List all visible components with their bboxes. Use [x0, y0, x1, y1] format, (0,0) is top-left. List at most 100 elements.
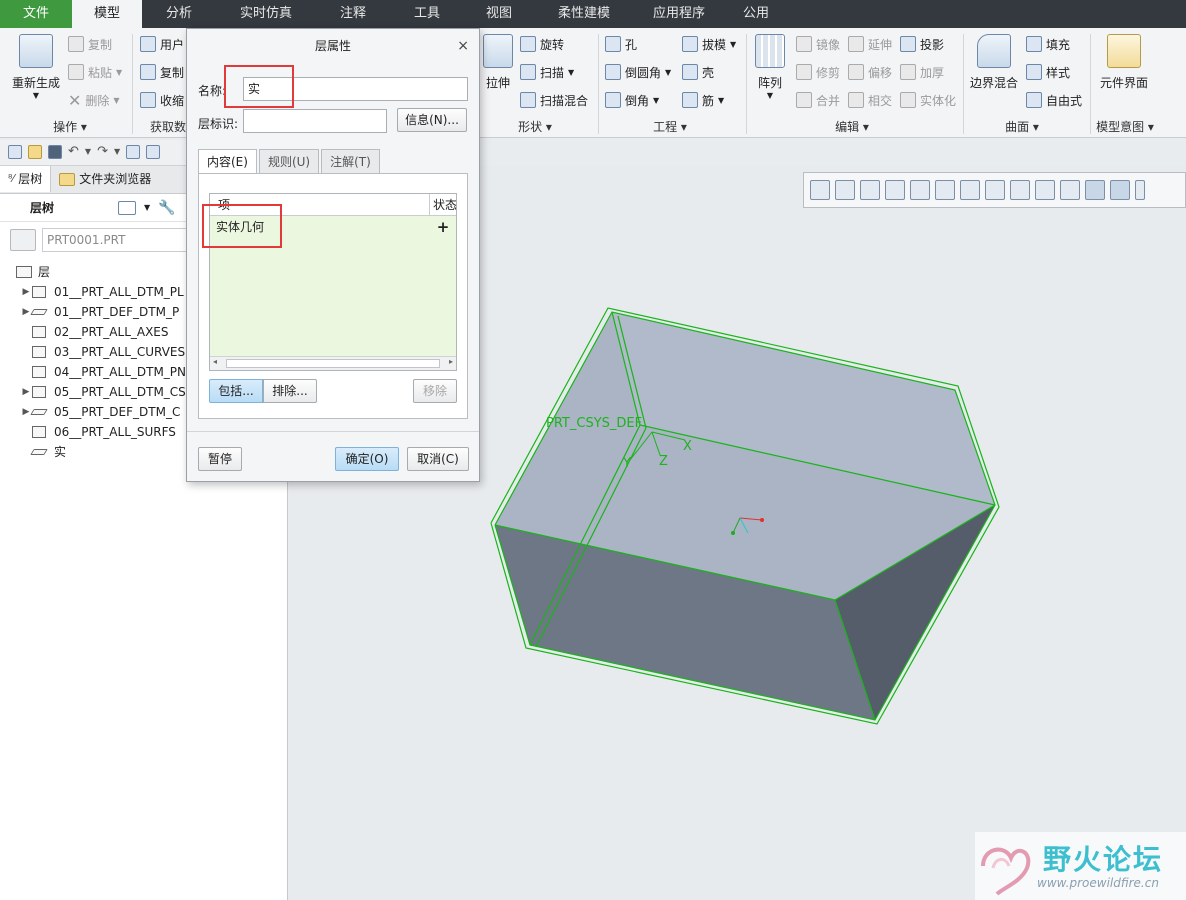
freestyle-button[interactable]: 自由式 — [1026, 90, 1082, 110]
annotation-display-icon[interactable] — [1035, 180, 1055, 200]
round-button[interactable]: 倒圆角 ▼ — [605, 62, 671, 82]
undo-icon[interactable]: ↶ — [68, 144, 79, 159]
tools-icon[interactable]: 🔧 — [158, 200, 175, 216]
offset-button[interactable]: 偏移 — [848, 62, 892, 82]
col-status-header[interactable]: 状态 — [430, 194, 456, 215]
shrinkwrap-button[interactable]: 收缩 — [140, 90, 184, 110]
table-horizontal-scrollbar[interactable]: ◂ ▸ — [210, 356, 456, 370]
zoom-in-icon[interactable] — [835, 180, 855, 200]
info-button[interactable]: 信息(N)... — [397, 108, 467, 132]
chevron-down-icon[interactable]: ▼ — [144, 203, 150, 212]
window-icon[interactable] — [146, 144, 161, 159]
paste-button[interactable]: 粘贴 ▼ — [68, 62, 122, 82]
project-button[interactable]: 投影 — [900, 34, 956, 54]
tab-content[interactable]: 内容(E) — [198, 149, 257, 173]
cancel-button[interactable]: 取消(C) — [407, 447, 469, 471]
mirror-button[interactable]: 镜像 — [796, 34, 840, 54]
redo-icon[interactable]: ↷ — [97, 144, 108, 159]
group-label-engineering[interactable]: 工程 ▾ — [640, 118, 700, 136]
group-label-model-intent[interactable]: 模型意图 ▾ — [1092, 118, 1158, 136]
display-style-icon[interactable] — [910, 180, 930, 200]
point-display-icon[interactable] — [1135, 180, 1145, 200]
menu-tab-model[interactable]: 模型 — [72, 0, 142, 28]
pause-button[interactable]: 暂停 — [198, 447, 242, 471]
exclude-button[interactable]: 排除... — [263, 379, 317, 403]
scroll-left-icon[interactable]: ◂ — [213, 357, 217, 366]
style-button[interactable]: 样式 — [1026, 62, 1082, 82]
menu-tab-analysis[interactable]: 分析 — [142, 0, 216, 28]
rib-button[interactable]: 筋 ▼ — [682, 90, 736, 110]
menu-tab-common[interactable]: 公用 — [724, 0, 788, 28]
layer-id-input[interactable] — [243, 109, 387, 133]
thicken-button[interactable]: 加厚 — [900, 62, 956, 82]
boundary-blend-button[interactable]: 边界混合 — [968, 34, 1020, 91]
chamfer-button[interactable]: 倒角 ▼ — [605, 90, 671, 110]
delete-button[interactable]: ✕ 删除 ▼ — [68, 90, 122, 110]
expand-arrow-icon[interactable]: ▶ — [20, 402, 32, 422]
draft-button[interactable]: 拔模 ▼ — [682, 34, 736, 54]
saved-orientations-icon[interactable] — [935, 180, 955, 200]
tab-rules[interactable]: 规则(U) — [258, 149, 320, 173]
tab-notes[interactable]: 注解(T) — [321, 149, 380, 173]
regenerate-button[interactable]: 重新生成 ▼ — [10, 34, 62, 100]
group-label-shape[interactable]: 形状 ▾ — [505, 118, 565, 136]
sweep-blend-button[interactable]: 扫描混合 — [520, 90, 588, 110]
section-icon[interactable] — [1010, 180, 1030, 200]
view-manager-icon[interactable] — [960, 180, 980, 200]
menu-tab-annotate[interactable]: 注释 — [316, 0, 390, 28]
pattern-button[interactable]: 阵列 ▼ — [754, 34, 786, 100]
tab-folder-browser[interactable]: 文件夹浏览器 — [51, 166, 159, 192]
chevron-down-icon[interactable]: ▼ — [114, 147, 120, 156]
perspective-icon[interactable] — [985, 180, 1005, 200]
fill-button[interactable]: 填充 — [1026, 34, 1082, 54]
copy-button[interactable]: 复制 — [68, 34, 122, 54]
repaint-icon[interactable] — [885, 180, 905, 200]
regenerate-small-icon[interactable] — [126, 144, 141, 159]
revolve-button[interactable]: 旋转 — [520, 34, 588, 54]
axis-display-icon[interactable] — [1110, 180, 1130, 200]
include-button[interactable]: 包括... — [209, 379, 263, 403]
hole-button[interactable]: 孔 — [605, 34, 671, 54]
ok-button[interactable]: 确定(O) — [335, 447, 399, 471]
refit-icon[interactable] — [810, 180, 830, 200]
tab-layer-tree[interactable]: ⁸⁄ 层树 — [0, 166, 52, 192]
menu-tab-applications[interactable]: 应用程序 — [634, 0, 724, 28]
chevron-down-icon[interactable]: ▼ — [85, 147, 91, 156]
scroll-right-icon[interactable]: ▸ — [449, 357, 453, 366]
solidify-button[interactable]: 实体化 — [900, 90, 956, 110]
close-icon[interactable]: × — [457, 29, 469, 63]
save-icon[interactable] — [48, 144, 62, 159]
dialog-title-bar[interactable]: 层属性 × — [187, 29, 479, 63]
group-label-surfaces[interactable]: 曲面 ▾ — [992, 118, 1052, 136]
merge-button[interactable]: 合并 — [796, 90, 840, 110]
new-file-icon[interactable] — [8, 144, 22, 159]
user-defined-button[interactable]: 用户 — [140, 34, 184, 54]
select-arrow-icon[interactable] — [10, 229, 36, 251]
plane-display-icon[interactable] — [1085, 180, 1105, 200]
menu-tab-simulation[interactable]: 实时仿真 — [216, 0, 316, 28]
open-folder-icon[interactable] — [28, 144, 42, 159]
expand-arrow-icon[interactable]: ▶ — [20, 302, 32, 322]
datum-display-icon[interactable] — [1060, 180, 1080, 200]
intersect-button[interactable]: 相交 — [848, 90, 892, 110]
extrude-button[interactable]: 拉伸 — [482, 34, 514, 91]
expand-arrow-icon[interactable]: ▶ — [20, 382, 32, 402]
sweep-button[interactable]: 扫描 ▼ — [520, 62, 588, 82]
extend-button[interactable]: 延伸 — [848, 34, 892, 54]
group-label-operations[interactable]: 操作 ▾ — [30, 118, 110, 136]
copy-geometry-button[interactable]: 复制 — [140, 62, 184, 82]
menu-tab-flexible[interactable]: 柔性建模 — [534, 0, 634, 28]
remove-button[interactable]: 移除 — [413, 379, 457, 403]
group-label-edit[interactable]: 编辑 ▾ — [822, 118, 882, 136]
scrollbar-thumb[interactable] — [226, 359, 440, 368]
menu-tab-file[interactable]: 文件 — [0, 0, 72, 28]
group-label-get-data[interactable]: 获取数 — [150, 118, 190, 136]
shell-button[interactable]: 壳 — [682, 62, 736, 82]
zoom-out-icon[interactable] — [860, 180, 880, 200]
menu-tab-tools[interactable]: 工具 — [390, 0, 464, 28]
trim-button[interactable]: 修剪 — [796, 62, 840, 82]
component-interface-button[interactable]: 元件界面 — [1096, 34, 1152, 91]
layers-icon[interactable] — [118, 200, 136, 215]
menu-tab-view[interactable]: 视图 — [464, 0, 534, 28]
expand-arrow-icon[interactable]: ▶ — [20, 282, 32, 302]
